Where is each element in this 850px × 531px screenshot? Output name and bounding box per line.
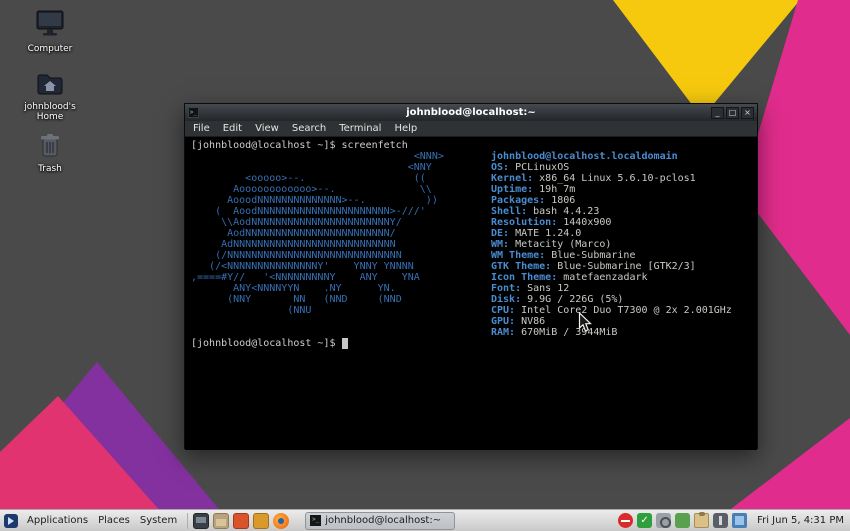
panel-menus: Applications Places System: [0, 512, 290, 529]
taskbar-window-button[interactable]: >_ johnblood@localhost:~: [305, 511, 456, 530]
window-titlebar[interactable]: >_ johnblood@localhost:~ _ □ ×: [185, 104, 757, 121]
network-icon[interactable]: [675, 513, 691, 528]
info-row: GPU: NV86: [491, 316, 546, 327]
info-row: Resolution: 1440x900: [491, 217, 612, 228]
info-row: DE: MATE 1.24.0: [491, 228, 582, 239]
trash-icon: [41, 134, 59, 157]
menu-places[interactable]: Places: [93, 515, 135, 526]
menu-system[interactable]: System: [135, 515, 182, 526]
pclinuxos-menu-icon[interactable]: [4, 513, 18, 528]
power-icon[interactable]: [713, 513, 729, 528]
terminal-cursor: [341, 338, 348, 349]
minimize-button[interactable]: _: [711, 106, 724, 119]
package-manager-launcher-icon[interactable]: [233, 512, 250, 529]
info-row: Uptime: 19h 7m: [491, 184, 576, 195]
desktop-icon-computer[interactable]: Computer: [18, 10, 82, 54]
file-manager-launcher-icon[interactable]: [213, 512, 230, 529]
info-row: RAM: 670MiB / 3944MiB: [491, 327, 618, 338]
system-tray: ✓ Fri Jun 5, 4:31 PM: [618, 512, 850, 528]
maximize-button[interactable]: □: [726, 106, 739, 119]
menu-search[interactable]: Search: [292, 123, 326, 134]
info-row: WM Theme: Blue-Submarine: [491, 250, 636, 261]
update-blocked-icon[interactable]: [618, 513, 634, 528]
terminal-icon: >_: [310, 515, 322, 526]
search-icon[interactable]: [656, 513, 672, 528]
menu-terminal[interactable]: Terminal: [339, 123, 381, 134]
mouse-cursor: [578, 312, 592, 332]
panel-clock[interactable]: Fri Jun 5, 4:31 PM: [757, 515, 844, 526]
clipboard-icon[interactable]: [694, 512, 710, 528]
panel-separator: [187, 512, 189, 529]
display-icon[interactable]: [732, 513, 748, 528]
screenfetch-host: johnblood@localhost.localdomain: [491, 151, 678, 162]
info-row: Disk: 9.9G / 226G (5%): [491, 294, 624, 305]
info-row: Font: Sans 12: [491, 283, 570, 294]
info-row: WM: Metacity (Marco): [491, 239, 612, 250]
bottom-panel: Applications Places System >_ johnblood@…: [0, 509, 850, 531]
command-line: [johnblood@localhost ~]$ screenfetch: [191, 140, 751, 151]
screenfetch-output: <NNN> <NNY <ooooo>--. (( Aoooooooooooo>-…: [191, 151, 751, 338]
desktop: Computer johnblood's Home Trash >_ johnb…: [0, 0, 850, 531]
menu-view[interactable]: View: [255, 123, 279, 134]
computer-icon: [36, 10, 64, 36]
menu-file[interactable]: File: [193, 123, 210, 134]
info-row: CPU: Intel Core2 Duo T7300 @ 2x 2.001GHz: [491, 305, 732, 316]
info-row: Kernel: x86_64 Linux 5.6.10-pclos1: [491, 173, 696, 184]
info-row: Packages: 1806: [491, 195, 576, 206]
menu-applications[interactable]: Applications: [22, 515, 93, 526]
current-prompt-line: [johnblood@localhost ~]$: [191, 338, 751, 349]
command-text: screenfetch: [341, 140, 408, 151]
terminal-window: >_ johnblood@localhost:~ _ □ × File Edit…: [184, 103, 758, 450]
terminal-body[interactable]: [johnblood@localhost ~]$ screenfetch <NNN…: [185, 137, 757, 450]
screen-launcher-icon[interactable]: [193, 512, 210, 529]
home-folder-icon: [37, 74, 63, 95]
menu-edit[interactable]: Edit: [223, 123, 242, 134]
desktop-icon-label: Trash: [38, 164, 62, 174]
software-launcher-icon[interactable]: [253, 512, 270, 529]
desktop-icon-home[interactable]: johnblood's Home: [18, 72, 82, 122]
desktop-icon-label: Computer: [27, 44, 73, 54]
security-ok-icon[interactable]: ✓: [637, 513, 653, 528]
taskbar-window-title: johnblood@localhost:~: [325, 515, 442, 526]
info-row: OS: PCLinuxOS: [491, 162, 570, 173]
firefox-launcher-icon[interactable]: [273, 512, 290, 529]
panel-launchers: [193, 512, 290, 529]
info-row: Shell: bash 4.4.23: [491, 206, 600, 217]
window-title: johnblood@localhost:~: [406, 107, 536, 118]
menu-help[interactable]: Help: [394, 123, 417, 134]
desktop-icon-label: johnblood's Home: [24, 102, 76, 122]
desktop-icon-trash[interactable]: Trash: [18, 132, 82, 174]
shell-prompt: [johnblood@localhost ~]$: [191, 140, 336, 151]
terminal-menubar: File Edit View Search Terminal Help: [185, 121, 757, 137]
shell-prompt: [johnblood@localhost ~]$: [191, 338, 336, 349]
info-row: Icon Theme: matefaenzadark: [491, 272, 648, 283]
pclinuxos-ascii-logo: <NNN> <NNY <ooooo>--. (( Aoooooooooooo>-…: [191, 151, 444, 316]
screenfetch-info: johnblood@localhost.localdomain OS: PCLin…: [491, 151, 732, 338]
info-row: GTK Theme: Blue-Submarine [GTK2/3]: [491, 261, 696, 272]
close-button[interactable]: ×: [741, 106, 754, 119]
